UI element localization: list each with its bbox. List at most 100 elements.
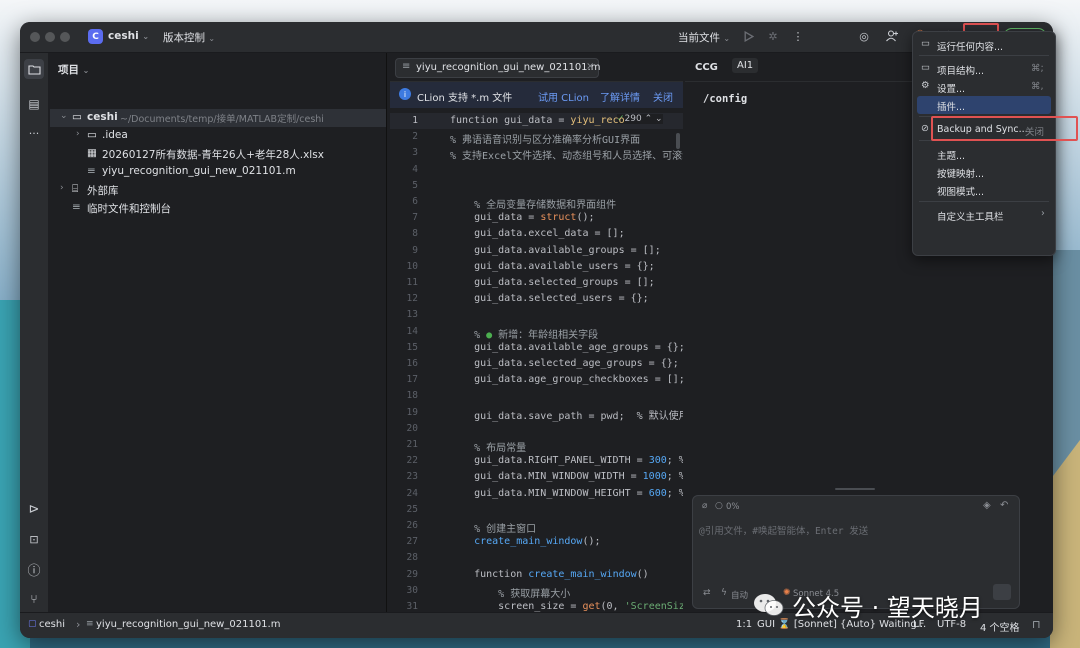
- code-token: % 弗语语音识别与区分准确率分析GUI界面: [450, 135, 641, 147]
- run-config-selector[interactable]: 当前文件 ⌄: [678, 30, 730, 45]
- project-badge: C: [88, 29, 103, 44]
- tab-ai1[interactable]: AI1: [732, 58, 759, 73]
- layers-icon[interactable]: ◈: [983, 500, 991, 511]
- code-token: create_main_window: [450, 536, 583, 548]
- run-button[interactable]: [740, 28, 756, 44]
- check-count: 290: [624, 114, 642, 124]
- splitter-handle[interactable]: [835, 488, 875, 490]
- tune-icon[interactable]: ⇄: [703, 588, 711, 598]
- menu-item-label: 设置...: [937, 84, 966, 95]
- tree-root-ceshi[interactable]: ⌄ ▭ ceshi ~/Documents/temp/接单/MATLAB定制/c…: [50, 109, 386, 127]
- tab-ccg[interactable]: CCG: [695, 62, 718, 73]
- code-token: screen_size =: [450, 601, 583, 612]
- line-number: 1: [412, 115, 418, 126]
- tree-external-libs[interactable]: › ⌸ 外部库: [50, 181, 386, 199]
- code-token: create_main_window: [528, 568, 637, 580]
- learn-more-link[interactable]: 了解详情: [600, 89, 640, 104]
- clion-notice-bar: i CLion 支持 *.m 文件 试用 CLion 了解详情 关闭: [390, 82, 683, 108]
- menu-item-keymap[interactable]: 按键映射...: [913, 163, 1055, 181]
- editor-pane: ≡ yiyu_recognition_gui_new_021101.m × i …: [390, 53, 683, 612]
- ai-assistant-button[interactable]: ◎: [856, 28, 872, 44]
- line-number: 22: [406, 455, 418, 467]
- crumb-file[interactable]: yiyu_recognition_gui_new_021101.m: [96, 619, 280, 630]
- caret-position[interactable]: 1:1: [736, 619, 752, 630]
- plugins-highlight-box: [931, 116, 1078, 141]
- line-number: 11: [406, 277, 418, 288]
- code-token: struct: [540, 212, 577, 224]
- code-token: gui_data.age_group_checkboxes = [];: [450, 374, 683, 386]
- crumb-project[interactable]: ceshi: [39, 619, 65, 630]
- lock-icon[interactable]: ⊓: [1032, 618, 1041, 631]
- menu-item-plugins[interactable]: 插件...: [917, 96, 1051, 114]
- undo-icon[interactable]: ↶: [1000, 500, 1008, 511]
- close-icon[interactable]: ×: [586, 61, 594, 72]
- tree-item-m-file[interactable]: ≡ yiyu_recognition_gui_new_021101.m: [50, 163, 386, 181]
- tree-scratches[interactable]: ≡ 临时文件和控制台: [50, 199, 386, 217]
- mode-auto-label[interactable]: 自动: [731, 589, 748, 601]
- code-token: gui_data.save_path = pwd; % 默认使用当: [450, 410, 683, 422]
- chevron-down-icon: ⌄: [142, 32, 150, 41]
- code-token: (0,: [600, 601, 625, 612]
- terminal-tool-button[interactable]: ⊡: [24, 529, 44, 549]
- tree-item-xlsx[interactable]: ▦ 20260127所有数据-青年26人+老年28人.xlsx: [50, 145, 386, 163]
- chevron-right-icon: ›: [1041, 208, 1045, 219]
- line-number: 26: [406, 520, 418, 531]
- code-token: ();: [576, 212, 595, 224]
- progress-ring-icon: ○: [715, 501, 723, 511]
- code-line: gui_data.RIGHT_PANEL_WIDTH = 300; %: [450, 455, 683, 466]
- tree-item-idea[interactable]: › ▭ .idea: [50, 127, 386, 145]
- chevron-up-icon[interactable]: ⌃: [645, 114, 653, 124]
- send-button[interactable]: [993, 584, 1011, 600]
- menu-item-label: 项目结构...: [937, 66, 985, 77]
- window-close-button[interactable]: [30, 32, 40, 42]
- more-vertical-icon: ⋮: [792, 29, 804, 43]
- indent-setting[interactable]: 4 个空格: [980, 619, 1020, 634]
- window-zoom-button[interactable]: [60, 32, 70, 42]
- structure-tool-button[interactable]: ▤: [24, 94, 44, 114]
- problems-tool-button[interactable]: ⓘ: [24, 559, 44, 579]
- window-minimize-button[interactable]: [45, 32, 55, 42]
- left-tool-strip: ▤ ··· ⊳ ⊡ ⓘ ⑂: [20, 53, 48, 619]
- code-line: screen_size = get(0, 'ScreenSize: [450, 601, 683, 612]
- menu-item-label: 运行任何内容...: [937, 42, 1004, 53]
- more-tools-button[interactable]: ···: [24, 123, 44, 143]
- watermark-text: 公众号 · 望天晓月: [792, 593, 983, 622]
- menu-item-run-anything[interactable]: ▭ 运行任何内容...: [913, 36, 1055, 54]
- code-token: ();: [582, 536, 601, 548]
- code-token: 1000: [642, 471, 667, 483]
- menu-item-customize-toolbar[interactable]: 自定义主工具栏 ›: [913, 206, 1055, 224]
- menu-item-label: 自定义主工具栏: [937, 212, 1004, 223]
- line-number: 13: [406, 309, 418, 321]
- code-line: % 全局变量存储数据和界面组件: [450, 196, 616, 211]
- menu-item-project-structure[interactable]: ▭ 项目结构... ⌘;: [913, 60, 1055, 78]
- chevron-down-icon: ⌄: [723, 34, 731, 43]
- code-line: gui_data.available_age_groups = {};: [450, 342, 683, 353]
- code-line: function gui_data = yiyu_reco: [450, 115, 625, 126]
- code-token: function: [450, 568, 529, 580]
- try-clion-link[interactable]: 试用 CLion: [538, 89, 589, 104]
- line-number: 27: [406, 536, 418, 548]
- close-notice-link[interactable]: 关闭: [653, 89, 673, 104]
- code-line: function create_main_window(): [450, 569, 649, 580]
- menu-item-view-mode[interactable]: 视图模式...: [913, 181, 1055, 199]
- project-tool-button[interactable]: [24, 59, 44, 79]
- chevron-down-icon[interactable]: ⌄: [655, 114, 663, 124]
- code-token: gui_data =: [450, 212, 541, 224]
- menu-item-settings[interactable]: ⚙ 设置... ⌘,: [913, 78, 1055, 96]
- vcs-menu[interactable]: 版本控制 ⌄: [163, 30, 215, 45]
- debug-button[interactable]: ✲: [765, 28, 781, 44]
- project-switcher[interactable]: ceshi ⌄: [108, 30, 149, 42]
- more-horizontal-icon: ···: [28, 126, 40, 140]
- code-line: % ● 新增：年龄组相关字段: [450, 326, 598, 341]
- add-user-button[interactable]: [884, 28, 900, 44]
- code-token: 'ScreenSize: [624, 601, 683, 612]
- attach-icon[interactable]: ⌀: [702, 501, 707, 511]
- menu-item-theme[interactable]: 主题...: [913, 145, 1055, 163]
- vcs-tool-button[interactable]: ⑂: [24, 589, 44, 609]
- project-panel-header[interactable]: 项目 ⌄: [58, 62, 89, 77]
- settings-dropdown-menu: ▭ 运行任何内容... ▭ 项目结构... ⌘; ⚙ 设置... ⌘, 插件..…: [912, 31, 1056, 256]
- code-token: gui_data.excel_data = [];: [450, 228, 625, 240]
- run-tool-button[interactable]: ⊳: [24, 499, 44, 519]
- editor-tab[interactable]: ≡ yiyu_recognition_gui_new_021101.m ×: [395, 58, 600, 78]
- more-actions-button[interactable]: ⋮: [790, 28, 806, 44]
